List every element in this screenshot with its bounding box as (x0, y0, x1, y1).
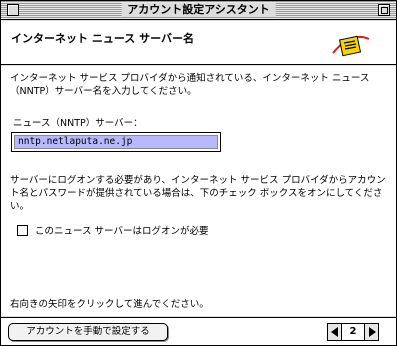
news-server-label: ニュース（NNTP）サーバー： (13, 118, 143, 129)
zoom-box-icon[interactable] (378, 4, 390, 16)
navigation-hint: 右向きの矢印をクリックして進んでください。 (10, 299, 209, 310)
logon-required-label[interactable]: このニュース サーバーはログオンが必要 (35, 223, 208, 237)
news-server-input[interactable]: nntp.netlaputa.ne.jp (11, 132, 221, 152)
logon-required-checkbox[interactable] (17, 224, 28, 236)
news-server-value[interactable]: nntp.netlaputa.ne.jp (14, 135, 218, 149)
assistant-window: アカウント設定アシスタント インターネット ニュース サーバー名 インターネット… (0, 0, 397, 346)
window-title: アカウント設定アシスタント (121, 3, 276, 17)
step-content: インターネット サービス プロバイダから通知されている、インターネット ニュース… (1, 66, 396, 316)
intro-text: インターネット サービス プロバイダから通知されている、インターネット ニュース… (10, 73, 370, 97)
logon-required-row[interactable]: このニュース サーバーはログオンが必要 (17, 223, 208, 237)
manual-setup-button[interactable]: アカウントを手動で設定する (8, 323, 168, 341)
page-number: 2 (342, 323, 364, 341)
step-header: インターネット ニュース サーバー名 (1, 21, 396, 65)
title-bar[interactable]: アカウント設定アシスタント (1, 1, 396, 20)
page-navigation: 2 (327, 323, 379, 341)
news-globe-icon (332, 35, 370, 57)
next-arrow-icon[interactable] (364, 323, 379, 341)
auth-note-text: サーバーにログオンする必要があり、インターネット サービス プロバイダからアカウ… (10, 175, 386, 212)
footer-bar: アカウントを手動で設定する 2 (1, 317, 396, 345)
close-box-icon[interactable] (7, 4, 19, 16)
step-heading: インターネット ニュース サーバー名 (11, 32, 194, 45)
previous-arrow-icon[interactable] (327, 323, 342, 341)
